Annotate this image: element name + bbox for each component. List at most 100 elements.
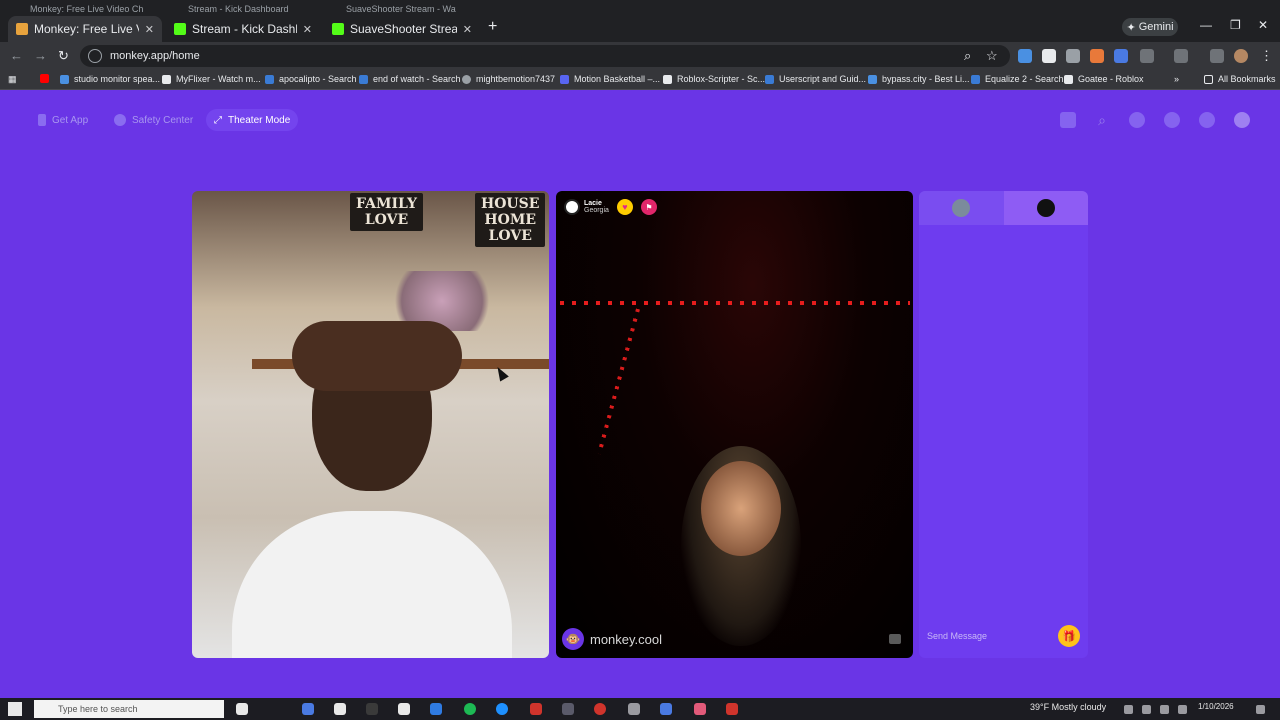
- shop-icon[interactable]: [1060, 112, 1076, 128]
- taskbar-app-icon[interactable]: [628, 703, 640, 715]
- tab-title: SuaveShooter Stream - Watch: [350, 22, 457, 36]
- task-view-icon[interactable]: [236, 703, 248, 715]
- side-panel-icon[interactable]: [1174, 49, 1188, 63]
- bookmark-item[interactable]: Goatee - Roblox: [1064, 74, 1144, 84]
- get-app-button[interactable]: Get App: [30, 109, 96, 131]
- taskbar-app-icon[interactable]: [366, 703, 378, 715]
- close-icon[interactable]: ✕: [463, 23, 472, 36]
- profile-avatar[interactable]: [1234, 112, 1250, 128]
- apps-grid-icon[interactable]: ▦: [8, 74, 17, 85]
- search-icon[interactable]: ⌕: [1094, 112, 1110, 128]
- back-icon[interactable]: ←: [10, 48, 23, 63]
- edge-icon[interactable]: [496, 703, 508, 715]
- chat-tab-peer[interactable]: [1003, 191, 1088, 225]
- omnibox[interactable]: monkey.app/home: [80, 45, 1010, 67]
- bookmark-item[interactable]: mightbemotion7437: [462, 74, 555, 84]
- reload-icon[interactable]: ↻: [58, 48, 69, 64]
- taskbar-app-icon[interactable]: [594, 703, 606, 715]
- extension-icon[interactable]: [1066, 49, 1080, 63]
- bookmark-label: Goatee - Roblox: [1078, 74, 1144, 84]
- volume-icon[interactable]: [1178, 705, 1187, 714]
- new-tab-icon[interactable]: +: [488, 18, 497, 36]
- extensions-puzzle-icon[interactable]: [1140, 49, 1154, 63]
- bookmark-item[interactable]: MyFlixer - Watch m...: [162, 74, 261, 84]
- extension-icon[interactable]: [1042, 49, 1056, 63]
- close-icon[interactable]: ✕: [303, 23, 312, 36]
- coin-icon[interactable]: [1129, 112, 1145, 128]
- taskbar-app-icon[interactable]: [660, 703, 672, 715]
- bookmark-label: Roblox-Scripter - Sc...: [677, 74, 766, 84]
- peer-avatar[interactable]: [564, 199, 580, 215]
- close-icon[interactable]: ✕: [145, 23, 154, 36]
- theater-mode-label: Theater Mode: [228, 114, 291, 126]
- heart-icon[interactable]: ♥: [616, 199, 633, 215]
- extension-icon[interactable]: [1114, 49, 1128, 63]
- site-info-icon[interactable]: [88, 49, 102, 63]
- taskbar-app-icon[interactable]: [430, 703, 442, 715]
- youtube-icon[interactable]: [40, 74, 54, 83]
- chat-tabs: [919, 191, 1088, 225]
- history-icon[interactable]: [1164, 112, 1180, 128]
- restore-icon[interactable]: ❐: [1230, 18, 1241, 32]
- window-close-icon[interactable]: ✕: [1258, 18, 1268, 32]
- report-icon[interactable]: ⚑: [640, 199, 657, 215]
- led-lights: [560, 301, 910, 305]
- bookmark-item[interactable]: end of watch - Search: [359, 74, 461, 84]
- spotify-icon[interactable]: [464, 703, 476, 715]
- more-bookmarks-icon[interactable]: »: [1174, 74, 1179, 84]
- forward-icon[interactable]: →: [34, 48, 47, 63]
- tab-search-icon[interactable]: [1210, 49, 1224, 63]
- taskbar-app-icon[interactable]: [530, 703, 542, 715]
- messages-icon[interactable]: [1199, 112, 1215, 128]
- minimize-icon[interactable]: —: [1200, 18, 1212, 32]
- bookmark-item[interactable]: studio monitor spea...: [60, 74, 160, 84]
- windows-taskbar: Type here to search 39°F Mostly cloudy 1…: [0, 698, 1280, 720]
- taskbar-clock[interactable]: 1/10/2026: [1198, 702, 1234, 711]
- gift-icon[interactable]: 🎁: [1058, 625, 1080, 647]
- bookmark-favicon-icon: [60, 74, 69, 84]
- gemini-button[interactable]: ✦ Gemini: [1122, 18, 1178, 36]
- tray-icon[interactable]: [1142, 705, 1151, 714]
- network-icon[interactable]: [1160, 705, 1169, 714]
- notification-icon[interactable]: [1256, 705, 1265, 714]
- extension-icon[interactable]: [1090, 49, 1104, 63]
- tab-suaveshooter-stream[interactable]: SuaveShooter Stream - Watch ✕: [324, 16, 480, 42]
- bookmark-item[interactable]: apocalipto - Search: [265, 74, 357, 84]
- zoom-icon[interactable]: ⌕: [964, 48, 971, 64]
- bookmark-favicon-icon: [265, 74, 274, 84]
- tab-monkey[interactable]: Monkey: Free Live Video Ch ✕: [8, 16, 162, 42]
- windows-start-icon[interactable]: [8, 702, 22, 716]
- gemini-label: Gemini: [1138, 21, 1174, 33]
- bookmark-label: Motion Basketball –...: [574, 74, 661, 84]
- all-bookmarks[interactable]: All Bookmarks: [1204, 74, 1276, 84]
- browser-menu-icon[interactable]: ⋮: [1260, 48, 1273, 64]
- bookmark-favicon-icon: [1064, 74, 1073, 84]
- taskbar-app-icon[interactable]: [302, 703, 314, 715]
- send-message-input[interactable]: [927, 631, 1058, 641]
- peer-avatar: [1036, 199, 1055, 217]
- taskbar-search[interactable]: Type here to search: [34, 700, 224, 718]
- bookmark-item[interactable]: bypass.city - Best Li...: [868, 74, 970, 84]
- profile-avatar[interactable]: [1234, 49, 1248, 63]
- skip-icon[interactable]: [889, 634, 901, 644]
- taskbar-app-icon[interactable]: [398, 703, 410, 715]
- tab-kick-dashboard[interactable]: Stream - Kick Dashboard ✕: [166, 16, 320, 42]
- safety-center-button[interactable]: Safety Center: [106, 109, 201, 131]
- bookmark-item[interactable]: Motion Basketball –...: [560, 74, 660, 84]
- taskbar-app-icon[interactable]: [726, 703, 738, 715]
- tray-icon[interactable]: [1124, 705, 1133, 714]
- weather-widget[interactable]: 39°F Mostly cloudy: [1030, 702, 1106, 712]
- theater-mode-button[interactable]: ⤢ Theater Mode: [206, 109, 299, 131]
- browser-tab-strip: Monkey: Free Live Video Ch Stream - Kick…: [0, 0, 1280, 42]
- peer-info: Lacie Georgia ♥ ⚑: [564, 199, 657, 215]
- taskbar-app-icon[interactable]: [694, 703, 706, 715]
- taskbar-app-icon[interactable]: [562, 703, 574, 715]
- bookmark-item[interactable]: Userscript and Guid...: [765, 74, 866, 84]
- bookmark-star-icon[interactable]: ☆: [986, 48, 998, 64]
- taskbar-app-icon[interactable]: [334, 703, 346, 715]
- bookmark-label: apocalipto - Search: [279, 74, 357, 84]
- chat-tab-self[interactable]: [919, 191, 1004, 225]
- extension-icon[interactable]: [1018, 49, 1032, 63]
- bookmark-item[interactable]: Equalize 2 - Search: [971, 74, 1064, 84]
- bookmark-item[interactable]: Roblox-Scripter - Sc...: [663, 74, 765, 84]
